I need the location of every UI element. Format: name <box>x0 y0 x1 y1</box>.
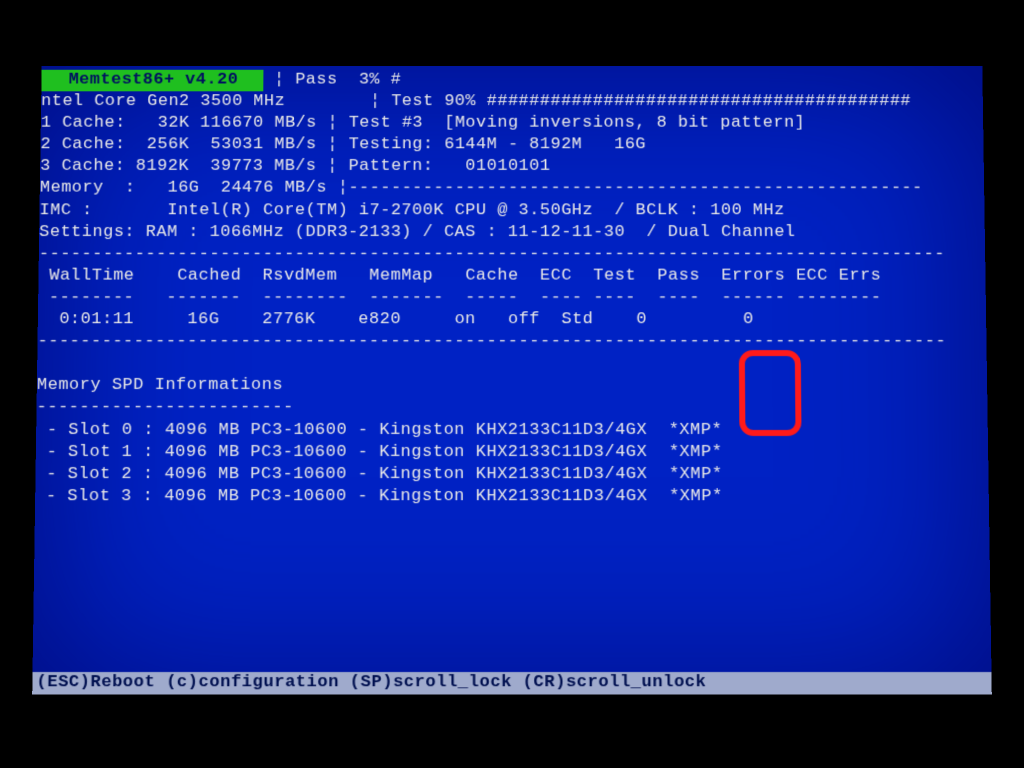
line-cpu: ntel Core Gen2 3500 MHz ¦ Test 90% #####… <box>41 91 977 113</box>
spd-slot-1: - Slot 1 : 4096 MB PC3-10600 - Kingston … <box>36 442 983 464</box>
cpu-name: ntel Core Gen2 3500 MHz <box>41 92 285 111</box>
line-memory: Memory : 16G 24476 MB/s ¦---------------… <box>40 178 979 200</box>
line-settings: Settings: RAM : 1066MHz (DDR3-2133) / CA… <box>39 222 979 244</box>
stats-row: 0:01:11 16G 2776K e820 on off Std 0 0 <box>38 309 981 331</box>
line-l3: 3 Cache: 8192K 39773 MB/s ¦ Pattern: 010… <box>40 156 978 178</box>
footer-text: (ESC)Reboot (c)configuration (SP)scroll_… <box>36 673 706 692</box>
imc-bclk: BCLK : 100 MHz <box>636 201 785 220</box>
separator-top: ----------------------------------------… <box>39 244 980 266</box>
stats-header: WallTime Cached RsvdMem MemMap Cache ECC… <box>38 266 979 288</box>
spd-title: Memory SPD Informations <box>37 375 982 397</box>
test-number: Test #3 <box>349 114 423 133</box>
test-pct: 90% <box>444 92 476 111</box>
test-bar: ######################################## <box>487 92 911 111</box>
pass-progress: ¦ Pass 3% # <box>263 71 401 90</box>
memtest-console: Memtest86+ v4.20 ¦ Pass 3% # ntel Core G… <box>32 66 992 695</box>
pass-count: 0 <box>636 310 647 329</box>
stats-dash: -------- ------- -------- ------- ----- … <box>38 287 980 309</box>
app-title: Memtest86+ v4.20 <box>41 70 263 92</box>
pattern-value: 01010101 <box>465 157 550 176</box>
testing-range: 6144M - 8192M 16G <box>444 136 646 155</box>
imc-cpu: Intel(R) Core(TM) i7-2700K CPU @ 3.50GHz <box>167 201 593 220</box>
line-imc: IMC : Intel(R) Core(TM) i7-2700K CPU @ 3… <box>39 200 978 222</box>
line-l1: 1 Cache: 32K 116670 MB/s ¦ Test #3 [Movi… <box>41 113 978 135</box>
line-title: Memtest86+ v4.20 ¦ Pass 3% # <box>41 70 976 92</box>
blank1 <box>37 353 981 375</box>
spd-dash: ------------------------ <box>36 397 981 419</box>
footer-hints[interactable]: (ESC)Reboot (c)configuration (SP)scroll_… <box>32 672 992 694</box>
line-l2: 2 Cache: 256K 53031 MB/s ¦ Testing: 6144… <box>40 135 977 157</box>
test-desc: [Moving inversions, 8 bit pattern] <box>444 114 805 133</box>
spd-slot-2: - Slot 2 : 4096 MB PC3-10600 - Kingston … <box>35 464 982 486</box>
spd-slot-3: - Slot 3 : 4096 MB PC3-10600 - Kingston … <box>35 486 983 508</box>
spd-slot-0: - Slot 0 : 4096 MB PC3-10600 - Kingston … <box>36 419 982 441</box>
separator-mid: ----------------------------------------… <box>37 331 980 353</box>
